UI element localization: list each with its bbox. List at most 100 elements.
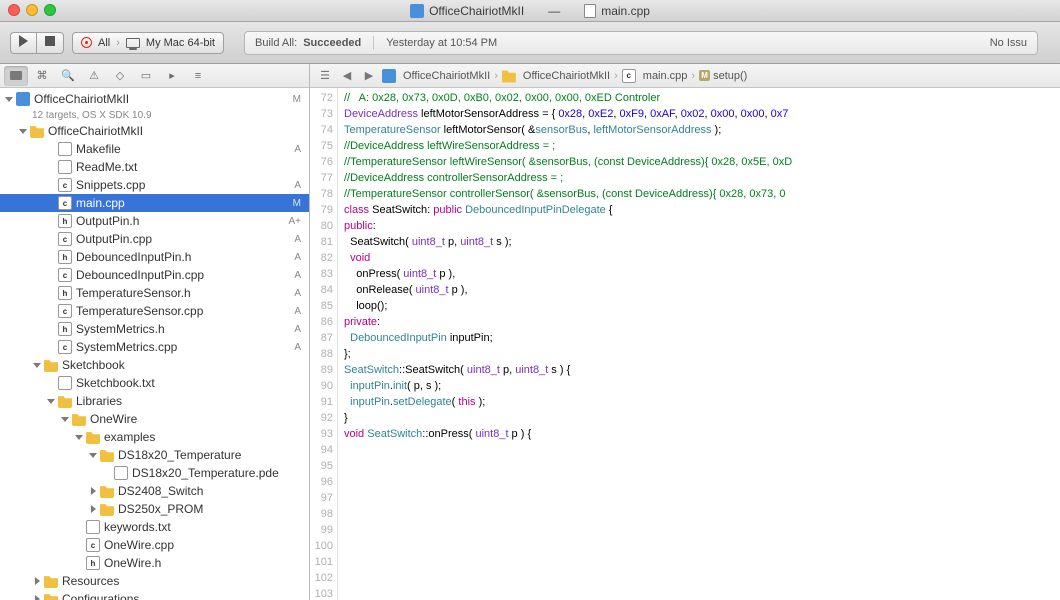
tree-item[interactable]: hOneWire.h	[0, 554, 309, 572]
zoom-window-button[interactable]	[44, 4, 56, 16]
file-icon	[58, 142, 72, 156]
source-file[interactable]: ReadMe.txt	[0, 158, 309, 176]
tree-item[interactable]: keywords.txt	[0, 518, 309, 536]
minimize-window-button[interactable]	[26, 4, 38, 16]
disclosure-icon[interactable]	[32, 576, 42, 586]
source-file[interactable]: hSystemMetrics.hA	[0, 320, 309, 338]
source-file[interactable]: hDebouncedInputPin.hA	[0, 248, 309, 266]
project-root[interactable]: OfficeChairiotMkIIM	[0, 90, 309, 108]
source-file[interactable]: cDebouncedInputPin.cppA	[0, 266, 309, 284]
folder-icon	[30, 124, 44, 138]
tree-item[interactable]: c OneWire.cpp	[0, 536, 309, 554]
related-items-button[interactable]: ☰	[316, 68, 334, 84]
title-project-text: OfficeChairiotMkII	[429, 4, 524, 18]
tree-item[interactable]: Libraries	[0, 392, 309, 410]
scheme-selector[interactable]: All › My Mac 64-bit	[72, 32, 224, 54]
source-file[interactable]: hTemperatureSensor.hA	[0, 284, 309, 302]
folder-icon	[10, 71, 22, 80]
tree-item-label: Makefile	[76, 142, 121, 156]
cpp-icon: c	[86, 538, 100, 552]
jb-seg0[interactable]: OfficeChairiotMkII	[403, 70, 490, 82]
jb-seg2[interactable]: main.cpp	[643, 70, 688, 82]
disclosure-icon[interactable]	[4, 94, 14, 104]
title-sep: —	[548, 4, 560, 18]
project-navigator-tab[interactable]	[4, 66, 28, 86]
tree-item[interactable]: OneWire	[0, 410, 309, 428]
source-file[interactable]: cTemperatureSensor.cppA	[0, 302, 309, 320]
source-file[interactable]: cSystemMetrics.cppA	[0, 338, 309, 356]
tree-item[interactable]: Sketchbook.txt	[0, 374, 309, 392]
tree-item[interactable]: Resources	[0, 572, 309, 590]
status-time: Yesterday at 10:54 PM	[386, 37, 497, 49]
source-file[interactable]: cSnippets.cppA	[0, 176, 309, 194]
group-folder[interactable]: OfficeChairiotMkII	[0, 122, 309, 140]
tree-item-label: Sketchbook.txt	[76, 376, 155, 390]
disclosure-icon[interactable]	[60, 414, 70, 424]
breakpoint-navigator-tab[interactable]: ▸	[160, 66, 184, 86]
disclosure-icon[interactable]	[88, 450, 98, 460]
txt-icon	[58, 376, 72, 390]
issue-navigator-tab[interactable]: ⚠	[82, 66, 106, 86]
run-button[interactable]	[10, 32, 36, 54]
sketchbook-folder[interactable]: Sketchbook	[0, 356, 309, 374]
tree-item-label: keywords.txt	[104, 520, 171, 534]
symbol-navigator-tab[interactable]: ⌘	[30, 66, 54, 86]
cpp-icon: c	[58, 232, 72, 246]
disclosure-icon[interactable]	[88, 486, 98, 496]
disclosure-icon[interactable]	[32, 594, 42, 600]
tree-item-label: DS2408_Switch	[118, 484, 203, 498]
tree-item[interactable]: DS18x20_Temperature	[0, 446, 309, 464]
disclosure-icon[interactable]	[74, 432, 84, 442]
line-number-gutter[interactable]: 7273747576777879808182838485868788899091…	[310, 88, 338, 600]
scheme-target: All	[98, 37, 110, 49]
find-navigator-tab[interactable]: 🔍	[56, 66, 80, 86]
jump-bar[interactable]: ☰ ◀ ▶ OfficeChairiotMkII › OfficeChairio…	[310, 64, 1060, 88]
debug-navigator-tab[interactable]: ▭	[134, 66, 158, 86]
title-file-text: main.cpp	[601, 4, 650, 18]
tree-item[interactable]: DS18x20_Temperature.pde	[0, 464, 309, 482]
project-tree[interactable]: OfficeChairiotMkIIM12 targets, OS X SDK …	[0, 88, 309, 600]
scheme-sep: ›	[116, 37, 120, 49]
disclosure-icon[interactable]	[32, 360, 42, 370]
tree-item-label: Libraries	[76, 394, 122, 408]
folder-icon	[44, 574, 58, 588]
tree-item-label: DS18x20_Temperature	[118, 448, 241, 462]
source-file[interactable]: cOutputPin.cppA	[0, 230, 309, 248]
forward-button[interactable]: ▶	[360, 68, 378, 84]
target-icon	[81, 37, 92, 48]
source-file[interactable]: Makefile A	[0, 140, 309, 158]
tree-item[interactable]: Configurations	[0, 590, 309, 600]
jb-seg3[interactable]: setup()	[713, 70, 747, 82]
folder-icon	[100, 484, 114, 498]
source-file[interactable]: cmain.cppM	[0, 194, 309, 212]
tree-item[interactable]: DS2408_Switch	[0, 482, 309, 500]
proj-icon	[16, 92, 30, 106]
source-editor[interactable]: // A: 0x28, 0x73, 0x0D, 0xB0, 0x02, 0x00…	[338, 88, 1060, 600]
tree-item-label: OutputPin.cpp	[76, 232, 152, 246]
scm-status: M	[293, 198, 301, 209]
scm-status: A	[294, 144, 301, 155]
source-file[interactable]: hOutputPin.hA+	[0, 212, 309, 230]
tree-item[interactable]: examples	[0, 428, 309, 446]
disclosure-icon[interactable]	[46, 396, 56, 406]
jb-seg1[interactable]: OfficeChairiotMkII	[523, 70, 610, 82]
stop-button[interactable]	[36, 32, 64, 54]
close-window-button[interactable]	[8, 4, 20, 16]
tree-item-label: TemperatureSensor.h	[76, 286, 191, 300]
log-navigator-tab[interactable]: ≡	[186, 66, 210, 86]
disclosure-icon[interactable]	[18, 126, 28, 136]
disclosure-icon[interactable]	[88, 504, 98, 514]
scm-status: A+	[288, 216, 301, 227]
scm-status: A	[294, 324, 301, 335]
cpp-icon: c	[58, 196, 72, 210]
test-navigator-tab[interactable]: ◇	[108, 66, 132, 86]
h-icon: h	[58, 214, 72, 228]
cpp-icon: c	[58, 178, 72, 192]
tree-item-label: examples	[104, 430, 155, 444]
tree-item-label: OneWire.cpp	[104, 538, 174, 552]
tree-item-label: Configurations	[62, 592, 139, 600]
tree-item[interactable]: DS250x_PROM	[0, 500, 309, 518]
back-button[interactable]: ◀	[338, 68, 356, 84]
status-result: Succeeded	[303, 37, 361, 49]
status-prefix: Build All:	[255, 37, 297, 49]
